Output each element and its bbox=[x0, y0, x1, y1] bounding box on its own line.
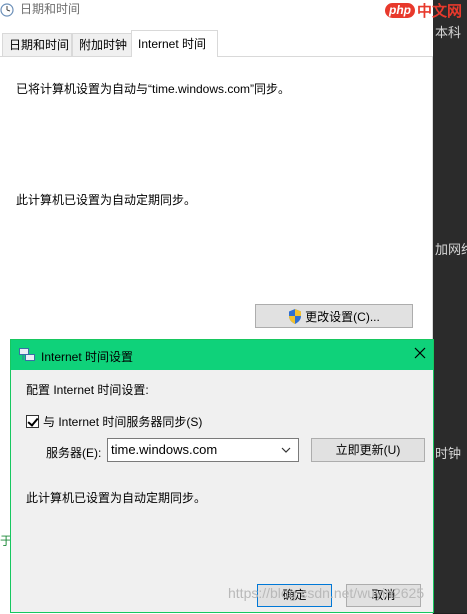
cancel-button[interactable]: 取消 bbox=[346, 584, 421, 607]
internet-time-settings-dialog: Internet 时间设置 配置 Internet 时间设置: 与 Intern… bbox=[10, 339, 434, 613]
ok-button[interactable]: 确定 bbox=[257, 584, 332, 607]
dialog-status-text: 此计算机已设置为自动定期同步。 bbox=[26, 491, 207, 505]
tab-additional-clocks[interactable]: 附加时钟 bbox=[72, 33, 132, 56]
window-titlebar: 日期和时间 bbox=[0, 0, 433, 22]
change-settings-label: 更改设置(C)... bbox=[305, 309, 380, 324]
server-value: time.windows.com bbox=[111, 442, 218, 457]
config-label: 配置 Internet 时间设置: bbox=[26, 383, 149, 397]
uac-shield-icon bbox=[289, 308, 302, 324]
dialog-titlebar: Internet 时间设置 bbox=[11, 340, 433, 370]
dialog-title: Internet 时间设置 bbox=[41, 350, 134, 364]
close-icon bbox=[414, 347, 426, 359]
window-title: 日期和时间 bbox=[20, 2, 81, 16]
chevron-down-icon bbox=[281, 447, 291, 453]
background-text-fragment: 时钟 bbox=[435, 446, 462, 461]
tab-date-time[interactable]: 日期和时间 bbox=[2, 33, 72, 56]
logo-badge: php bbox=[385, 2, 415, 18]
php-cn-logo: php 中文网 bbox=[385, 0, 462, 20]
auto-sync-text: 此计算机已设置为自动定期同步。 bbox=[16, 193, 197, 207]
background-text-fragment: 本科 bbox=[435, 25, 462, 40]
sync-checkbox-row[interactable]: 与 Internet 时间服务器同步(S) bbox=[26, 413, 202, 430]
close-button[interactable] bbox=[411, 346, 429, 364]
sync-checkbox-label: 与 Internet 时间服务器同步(S) bbox=[43, 415, 203, 429]
server-label: 服务器(E): bbox=[46, 446, 102, 460]
server-select[interactable]: time.windows.com bbox=[107, 438, 299, 462]
background-right-strip: 本科 加网络 时钟 bbox=[433, 0, 467, 613]
network-icon bbox=[19, 348, 35, 361]
sync-checkbox[interactable] bbox=[26, 415, 39, 428]
change-settings-button[interactable]: 更改设置(C)... bbox=[255, 304, 413, 328]
tab-internet-time[interactable]: Internet 时间 bbox=[131, 30, 218, 57]
tab-strip: 日期和时间 附加时钟 Internet 时间 bbox=[0, 30, 433, 57]
sync-status-text: 已将计算机设置为自动与“time.windows.com”同步。 bbox=[16, 82, 291, 96]
background-text-fragment: 加网络 bbox=[435, 242, 467, 257]
logo-text: 中文网 bbox=[417, 2, 463, 20]
update-now-button[interactable]: 立即更新(U) bbox=[311, 438, 425, 462]
clock-icon bbox=[0, 3, 14, 17]
